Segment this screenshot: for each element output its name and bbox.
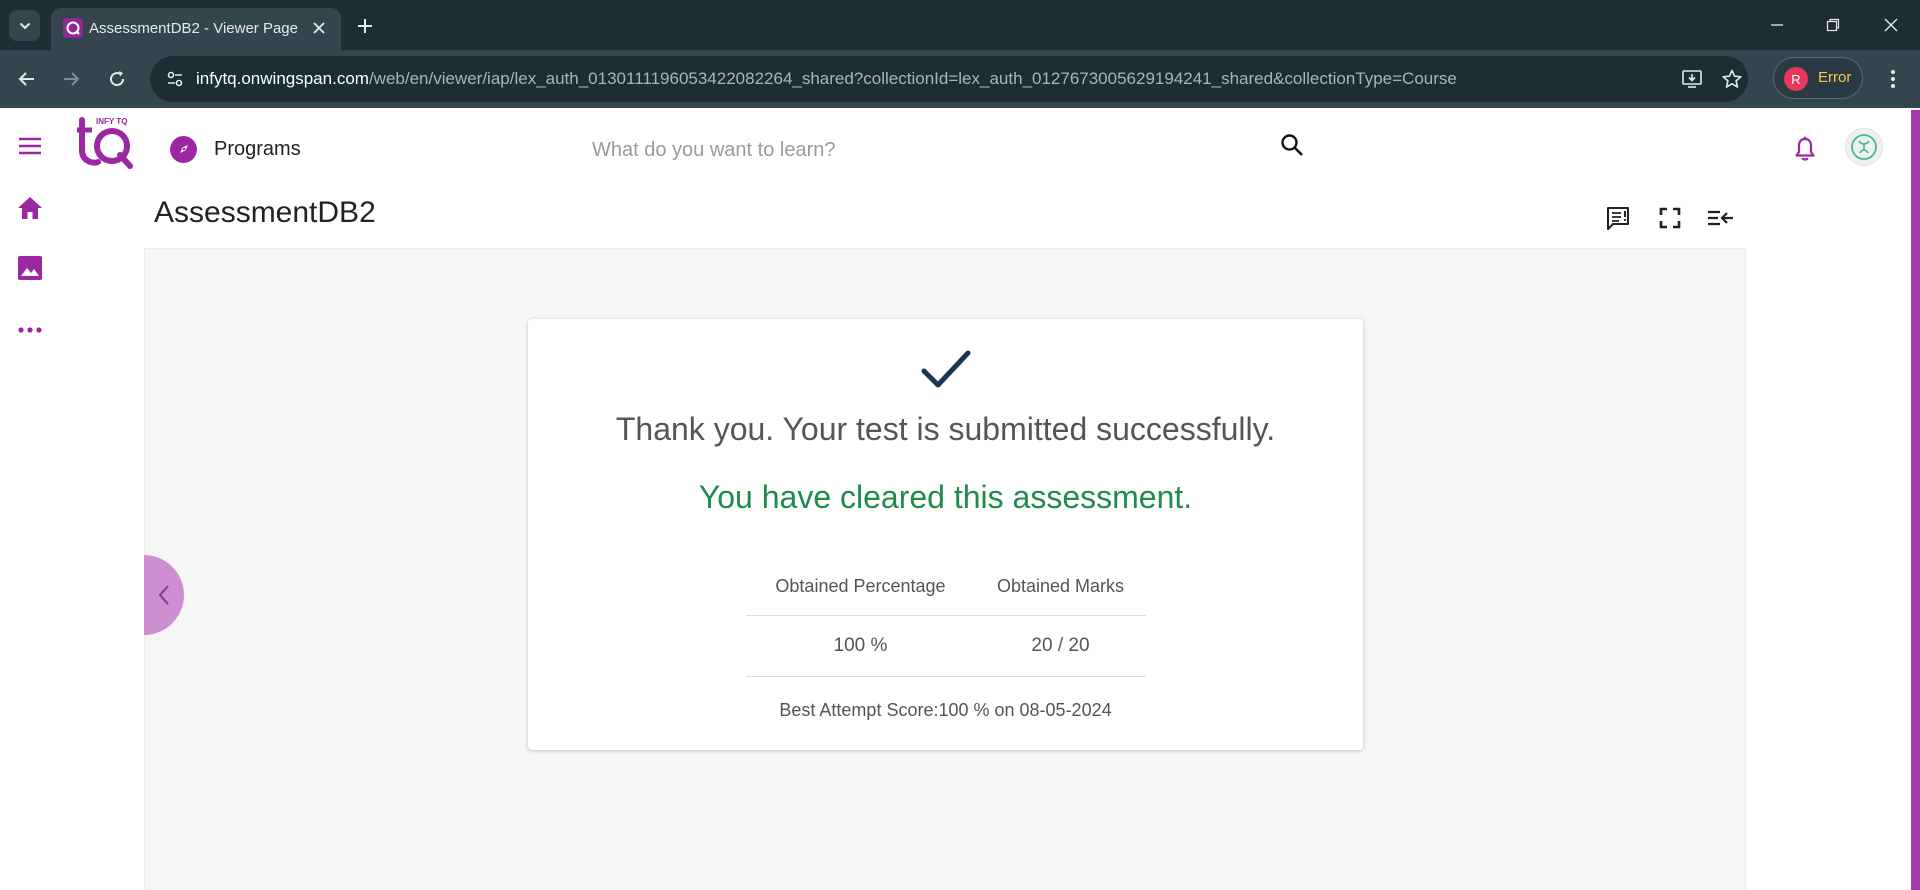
obtained-marks-cell: 20 / 20 xyxy=(974,615,1146,677)
left-sidebar xyxy=(0,108,60,890)
arrow-left-icon xyxy=(18,72,34,86)
notifications-button[interactable] xyxy=(1790,134,1820,164)
restore-window-button[interactable] xyxy=(1818,12,1848,38)
url-host: infytq.onwingspan.com xyxy=(196,69,369,88)
check-icon xyxy=(921,350,971,388)
menu-toggle-button[interactable] xyxy=(14,130,46,162)
toggle-toc-button[interactable] xyxy=(1705,202,1737,234)
star-icon xyxy=(1722,69,1742,88)
install-icon xyxy=(1682,70,1702,88)
url-path: /web/en/viewer/iap/lex_auth_013011119605… xyxy=(368,69,1457,88)
browser-menu-button[interactable] xyxy=(1880,66,1906,92)
more-vertical-icon xyxy=(1891,70,1895,88)
feedback-button[interactable] xyxy=(1602,202,1634,234)
logo-text: INFY TQ xyxy=(96,117,127,126)
arrow-right-icon xyxy=(64,72,80,86)
menu-open-icon xyxy=(1708,210,1733,226)
minimize-window-button[interactable] xyxy=(1762,12,1792,38)
more-horizontal-icon xyxy=(18,327,42,333)
search-icon xyxy=(1281,134,1303,156)
column-header: Obtained Marks xyxy=(974,559,1146,616)
new-tab-button[interactable] xyxy=(352,13,378,39)
chevron-left-icon xyxy=(158,585,169,605)
tab-close-button[interactable] xyxy=(309,18,329,38)
user-avatar-icon xyxy=(1851,134,1877,160)
sidebar-item-more[interactable] xyxy=(14,314,46,346)
search-input[interactable] xyxy=(592,134,1252,166)
page-scrollbar[interactable] xyxy=(1911,110,1920,890)
feedback-icon xyxy=(1607,207,1629,230)
url-text: infytq.onwingspan.com/web/en/viewer/iap/… xyxy=(196,69,1457,89)
minimize-icon xyxy=(1771,24,1783,26)
compass-icon xyxy=(170,135,197,163)
chevron-down-icon xyxy=(19,22,30,29)
bookmark-star-button[interactable] xyxy=(1720,67,1744,91)
tune-icon xyxy=(167,71,183,87)
close-icon xyxy=(1884,18,1898,32)
close-icon xyxy=(313,22,325,34)
image-icon xyxy=(18,256,42,280)
result-card: Thank you. Your test is submitted succes… xyxy=(528,319,1363,750)
reload-icon xyxy=(110,71,125,87)
search-button[interactable] xyxy=(1277,130,1307,160)
restore-icon xyxy=(1826,18,1840,32)
best-attempt-score: Best Attempt Score:100 % on 08-05-2024 xyxy=(779,700,1112,720)
page-title: AssessmentDB2 xyxy=(154,196,376,229)
table-header-row: Obtained Percentage Obtained Marks xyxy=(746,559,1146,616)
tab-search-button[interactable] xyxy=(9,10,40,41)
user-avatar[interactable] xyxy=(1845,128,1883,166)
address-bar[interactable]: infytq.onwingspan.com/web/en/viewer/iap/… xyxy=(150,56,1748,102)
obtained-percentage-cell: 100 % xyxy=(746,615,975,677)
browser-tab-active[interactable]: AssessmentDB2 - Viewer Page | Infy TQ xyxy=(51,8,341,50)
sidebar-item-home[interactable] xyxy=(14,192,46,224)
programs-label: Programs xyxy=(214,137,301,160)
assessment-status: You have cleared this assessment. xyxy=(698,479,1193,515)
page-content: INFY TQ Programs AssessmentDB2 Thank you… xyxy=(0,108,1920,890)
score-table: Obtained Percentage Obtained Marks 100 %… xyxy=(746,559,1146,677)
reload-button[interactable] xyxy=(104,66,130,92)
site-info-button[interactable] xyxy=(164,68,186,90)
sidebar-item-gallery[interactable] xyxy=(14,252,46,284)
hamburger-menu-icon xyxy=(19,137,41,155)
close-window-button[interactable] xyxy=(1876,12,1906,38)
profile-status: Error xyxy=(1818,69,1852,86)
bell-icon xyxy=(1795,136,1815,161)
table-row: 100 % 20 / 20 xyxy=(746,615,1146,677)
forward-button[interactable] xyxy=(58,66,84,92)
fullscreen-icon xyxy=(1659,207,1681,229)
home-icon xyxy=(18,197,42,219)
browser-toolbar: infytq.onwingspan.com/web/en/viewer/iap/… xyxy=(0,50,1920,108)
submission-message: Thank you. Your test is submitted succes… xyxy=(615,411,1276,447)
profile-button[interactable]: R Error xyxy=(1773,57,1863,99)
plus-icon xyxy=(358,19,372,33)
tab-title: AssessmentDB2 - Viewer Page | Infy TQ xyxy=(89,20,299,37)
infytq-logo[interactable]: INFY TQ xyxy=(76,116,134,170)
install-app-button[interactable] xyxy=(1680,67,1704,91)
fullscreen-button[interactable] xyxy=(1654,202,1686,234)
browser-tab-strip: AssessmentDB2 - Viewer Page | Infy TQ xyxy=(0,0,1920,50)
column-header: Obtained Percentage xyxy=(746,559,975,616)
programs-link[interactable]: Programs xyxy=(170,134,301,164)
back-button[interactable] xyxy=(14,66,40,92)
profile-avatar: R xyxy=(1784,67,1808,91)
infytq-favicon-icon xyxy=(63,18,83,38)
